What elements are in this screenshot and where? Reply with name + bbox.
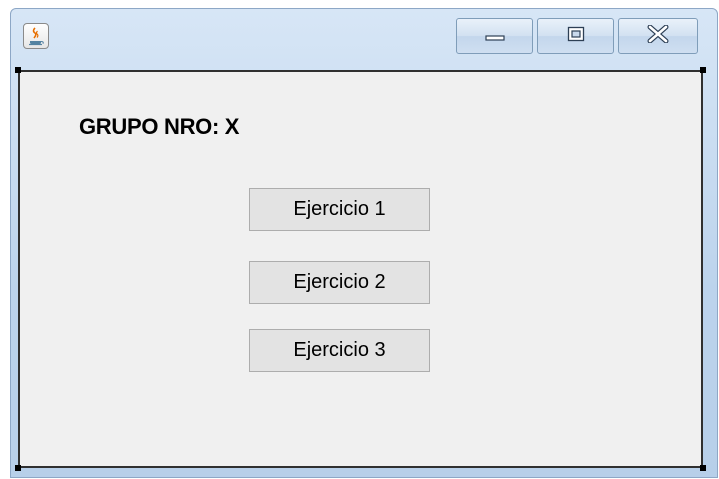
minimize-icon — [484, 27, 506, 46]
resize-handle-top-right[interactable] — [700, 67, 706, 73]
maximize-button[interactable] — [537, 18, 614, 54]
maximize-icon — [567, 26, 585, 46]
minimize-button[interactable] — [456, 18, 533, 54]
java-coffee-icon[interactable] — [23, 23, 49, 49]
ejercicio-2-button[interactable]: Ejercicio 2 — [249, 261, 430, 304]
content-panel: GRUPO NRO: X Ejercicio 1 Ejercicio 2 Eje… — [18, 70, 703, 468]
ejercicio-1-button[interactable]: Ejercicio 1 — [249, 188, 430, 231]
ejercicio-3-button[interactable]: Ejercicio 3 — [249, 329, 430, 372]
resize-handle-bottom-left[interactable] — [15, 465, 21, 471]
resize-handle-top-left[interactable] — [15, 67, 21, 73]
resize-handle-bottom-right[interactable] — [700, 465, 706, 471]
close-button[interactable] — [618, 18, 698, 54]
group-number-label: GRUPO NRO: X — [79, 114, 240, 139]
close-icon — [647, 24, 669, 47]
